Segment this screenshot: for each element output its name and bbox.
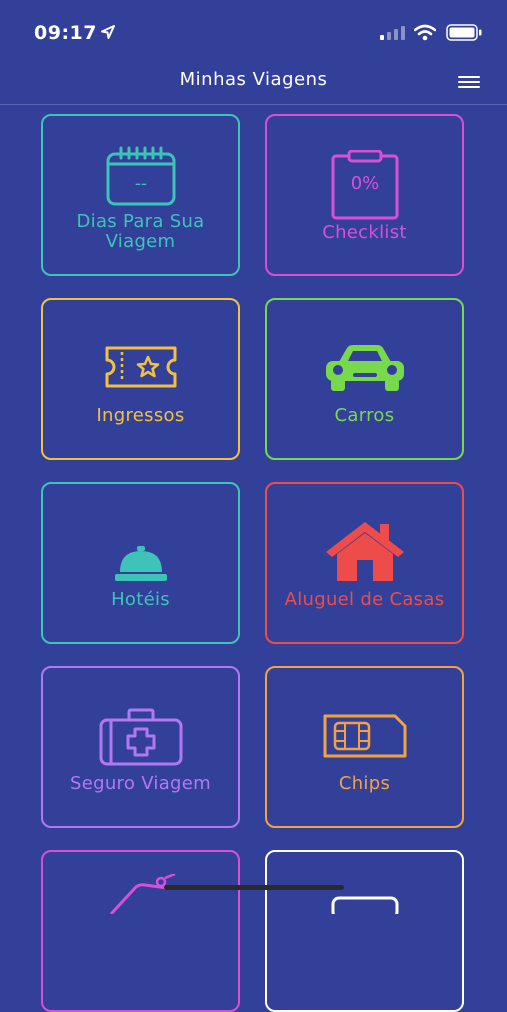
tile-ingressos[interactable]: Ingressos: [41, 298, 240, 460]
tile-aluguel-de-casas[interactable]: Aluguel de Casas: [265, 482, 464, 644]
tile-label: Chips: [338, 773, 391, 794]
tile-label: Carros: [334, 405, 395, 426]
sim-card-icon: [323, 714, 406, 758]
clipboard-icon: 0%: [331, 150, 398, 220]
ticket-icon: [105, 346, 176, 388]
status-time: 09:17: [34, 22, 97, 44]
nav-bar: Minhas Viagens: [0, 60, 507, 105]
service-bell-icon: [114, 546, 167, 581]
tile-icon: [331, 896, 398, 914]
tile-hoteis[interactable]: Hotéis: [41, 482, 240, 644]
tile-dias-para-sua-viagem[interactable]: -- Dias Para Sua Viagem: [41, 114, 240, 276]
hamburger-menu-icon[interactable]: [458, 73, 480, 89]
page-title: Minhas Viagens: [179, 69, 328, 90]
tile-tag[interactable]: [41, 850, 240, 1012]
home-indicator: [164, 885, 344, 890]
tile-label: Hotéis: [111, 589, 170, 610]
battery-icon: [446, 24, 482, 41]
tile-label: Ingressos: [96, 405, 185, 426]
car-icon: [325, 345, 404, 391]
tile-label: Aluguel de Casas: [284, 589, 445, 610]
tile-label: Checklist: [322, 222, 407, 243]
status-bar: 09:17: [0, 0, 507, 60]
wifi-icon: [414, 24, 436, 41]
location-arrow-icon: [101, 25, 115, 39]
tile-chips[interactable]: Chips: [265, 666, 464, 828]
tile-checklist[interactable]: 0% Checklist: [265, 114, 464, 276]
tag-icon: [109, 874, 175, 914]
days-counter-text: --: [134, 174, 146, 194]
tile-seguro-viagem[interactable]: Seguro Viagem: [41, 666, 240, 828]
medical-kit-icon: [99, 708, 182, 766]
tile-label: Seguro Viagem: [70, 773, 211, 794]
calendar-icon: --: [106, 146, 175, 206]
tile-label: Dias Para Sua Viagem: [76, 211, 205, 252]
tile-other[interactable]: [265, 850, 464, 1012]
signal-icon: [380, 26, 405, 40]
checklist-progress-text: 0%: [350, 173, 379, 194]
tile-carros[interactable]: Carros: [265, 298, 464, 460]
house-icon: [325, 522, 404, 581]
